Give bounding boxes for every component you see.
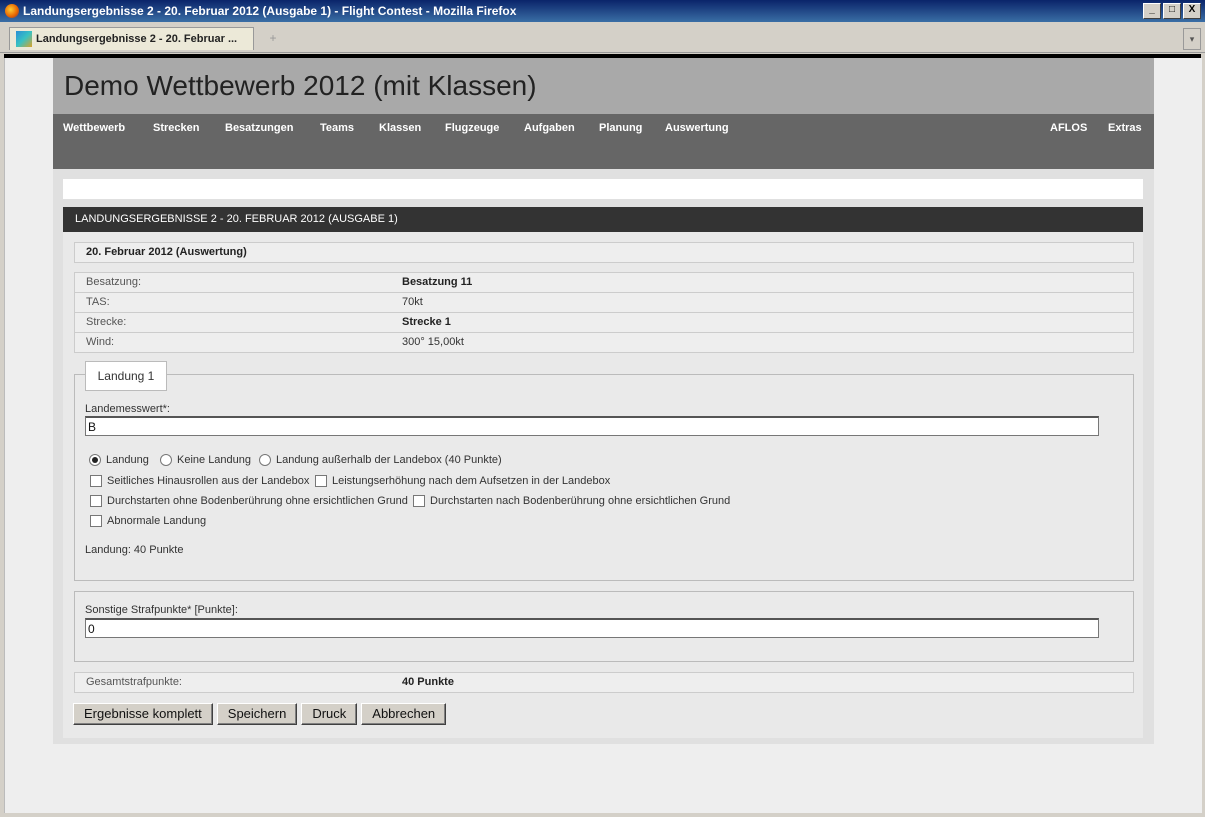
checkbox-label: Durchstarten nach Bodenberührung ohne er…: [430, 495, 731, 507]
minimize-button[interactable]: _: [1143, 3, 1161, 19]
checkbox[interactable]: [90, 495, 102, 507]
other-penalties-label: Sonstige Strafpunkte* [Punkte]:: [85, 604, 238, 616]
info-value: 300° 15,00kt: [402, 336, 464, 348]
abbrechen-button[interactable]: Abbrechen: [361, 703, 447, 725]
nav-extras[interactable]: Extras: [1108, 122, 1142, 134]
landing-result: Landung: 40 Punkte: [85, 544, 184, 556]
nav-flugzeuge[interactable]: Flugzeuge: [445, 122, 499, 134]
nav-klassen[interactable]: Klassen: [379, 122, 421, 134]
main-nav: Wettbewerb Strecken Besatzungen Teams Kl…: [53, 114, 1154, 169]
checkbox-label: Seitliches Hinausrollen aus der Landebox: [107, 475, 310, 487]
checkbox[interactable]: [90, 475, 102, 487]
info-value: Strecke 1: [402, 316, 451, 328]
measure-input[interactable]: [85, 416, 1099, 436]
radio-button[interactable]: [160, 454, 172, 466]
info-label: TAS:: [86, 296, 110, 308]
nav-wettbewerb[interactable]: Wettbewerb: [63, 122, 125, 134]
window-titlebar: Landungsergebnisse 2 - 20. Februar 2012 …: [0, 0, 1205, 22]
checkbox-abnormale-landung[interactable]: Abnormale Landung: [90, 515, 206, 527]
radio-label: Keine Landung: [177, 454, 252, 466]
info-value: 70kt: [402, 296, 423, 308]
info-label: Strecke:: [86, 316, 127, 328]
nav-strecken[interactable]: Strecken: [153, 122, 199, 134]
total-label: Gesamtstrafpunkte:: [86, 676, 182, 688]
druck-button[interactable]: Druck: [301, 703, 358, 725]
checkbox-durchstarten-nach[interactable]: Durchstarten nach Bodenberührung ohne er…: [413, 495, 730, 507]
tab-label: Landungsergebnisse 2 - 20. Februar ...: [36, 33, 238, 45]
browser-viewport: Demo Wettbewerb 2012 (mit Klassen) Wettb…: [4, 58, 1202, 813]
radio-landung-ausserhalb[interactable]: Landung außerhalb der Landebox (40 Punkt…: [259, 454, 502, 466]
close-button[interactable]: X: [1183, 3, 1201, 19]
info-table: Besatzung: Besatzung 11 TAS: 70kt Streck…: [74, 272, 1134, 353]
checkbox[interactable]: [413, 495, 425, 507]
other-penalties-input[interactable]: [85, 618, 1099, 638]
nav-aflos[interactable]: AFLOS: [1050, 122, 1087, 134]
nav-aufgaben[interactable]: Aufgaben: [524, 122, 575, 134]
nav-besatzungen[interactable]: Besatzungen: [225, 122, 293, 134]
checkbox-durchstarten-ohne[interactable]: Durchstarten ohne Bodenberührung ohne er…: [90, 495, 408, 507]
total-row: Gesamtstrafpunkte: 40 Punkte: [74, 672, 1134, 693]
favicon-icon: [16, 31, 32, 47]
landing-legend[interactable]: Landung 1: [85, 361, 167, 391]
info-row: Strecke: Strecke 1: [75, 313, 1133, 333]
window-title: Landungsergebnisse 2 - 20. Februar 2012 …: [23, 4, 517, 18]
maximize-button[interactable]: □: [1163, 3, 1181, 19]
section-heading: LANDUNGSERGEBNISSE 2 - 20. FEBRUAR 2012 …: [63, 207, 1143, 232]
measure-label: Landemesswert*:: [85, 403, 170, 415]
info-row: Besatzung: Besatzung 11: [75, 273, 1133, 293]
radio-landung[interactable]: Landung: [89, 454, 149, 466]
radio-button[interactable]: [259, 454, 271, 466]
speichern-button[interactable]: Speichern: [216, 703, 298, 725]
checkbox-leistungserhoehung[interactable]: Leistungserhöhung nach dem Aufsetzen in …: [315, 475, 610, 487]
nav-planung[interactable]: Planung: [599, 122, 642, 134]
landing-fieldset: Landung 1 Landemesswert*: Landung Keine …: [74, 361, 1134, 581]
ergebnisse-komplett-button[interactable]: Ergebnisse komplett: [73, 703, 213, 725]
page-header: Demo Wettbewerb 2012 (mit Klassen): [53, 58, 1154, 114]
firefox-icon: [5, 4, 19, 18]
radio-keine-landung[interactable]: Keine Landung: [160, 454, 251, 466]
page-container: Demo Wettbewerb 2012 (mit Klassen) Wettb…: [53, 58, 1154, 744]
radio-label: Landung außerhalb der Landebox (40 Punkt…: [276, 454, 502, 466]
checkbox-label: Durchstarten ohne Bodenberührung ohne er…: [107, 495, 408, 507]
checkbox[interactable]: [315, 475, 327, 487]
button-row: Ergebnisse komplett Speichern Druck Abbr…: [73, 703, 447, 725]
message-bar: [63, 179, 1143, 199]
browser-tab[interactable]: Landungsergebnisse 2 - 20. Februar ...: [9, 27, 254, 50]
date-line: 20. Februar 2012 (Auswertung): [74, 242, 1134, 263]
total-value: 40 Punkte: [402, 676, 454, 688]
radio-button[interactable]: [89, 454, 101, 466]
info-row: Wind: 300° 15,00kt: [75, 333, 1133, 352]
tab-bar: Landungsergebnisse 2 - 20. Februar ... +…: [0, 22, 1205, 53]
page-title: Demo Wettbewerb 2012 (mit Klassen): [64, 70, 537, 101]
info-label: Besatzung:: [86, 276, 142, 288]
tab-list-button[interactable]: ▾: [1183, 28, 1201, 50]
checkbox[interactable]: [90, 515, 102, 527]
radio-label: Landung: [106, 454, 149, 466]
section-body: 20. Februar 2012 (Auswertung) Besatzung:…: [63, 232, 1143, 738]
info-row: TAS: 70kt: [75, 293, 1133, 313]
checkbox-hinausrollen[interactable]: Seitliches Hinausrollen aus der Landebox: [90, 475, 309, 487]
window-controls: _ □ X: [1143, 3, 1201, 19]
other-penalties-fieldset: Sonstige Strafpunkte* [Punkte]:: [74, 591, 1134, 662]
nav-teams[interactable]: Teams: [320, 122, 354, 134]
info-value: Besatzung 11: [402, 276, 473, 288]
info-label: Wind:: [86, 336, 115, 348]
checkbox-label: Leistungserhöhung nach dem Aufsetzen in …: [332, 475, 611, 487]
new-tab-icon[interactable]: +: [259, 31, 287, 49]
nav-auswertung[interactable]: Auswertung: [665, 122, 729, 134]
checkbox-label: Abnormale Landung: [107, 515, 207, 527]
